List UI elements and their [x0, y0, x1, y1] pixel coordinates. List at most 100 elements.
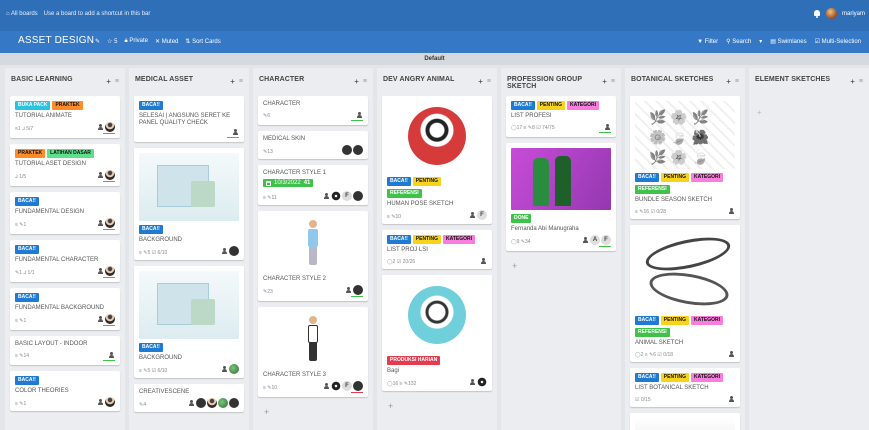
card-label: BACA!! [635, 316, 659, 325]
member-avatar[interactable] [353, 145, 363, 155]
member-avatar[interactable] [105, 122, 115, 132]
member-avatar[interactable] [229, 398, 239, 408]
card-members [728, 396, 735, 403]
card[interactable]: BACA!! FUNDAMENTAL DESIGN ≡ ✎1 [10, 192, 120, 234]
notification-bell-icon[interactable] [813, 9, 821, 18]
add-card-button[interactable]: + [382, 397, 492, 415]
list-menu-icon[interactable]: ≡ [487, 78, 491, 85]
card[interactable]: CHARACTER STYLE 3 ≡ ✎10 F [258, 307, 368, 397]
member-avatar-letter[interactable]: A [590, 235, 600, 245]
member-avatar[interactable] [105, 397, 115, 407]
member-avatar[interactable] [229, 364, 239, 374]
search-button[interactable]: ⚲ Search [726, 38, 751, 45]
card-label: REFERENSI [635, 328, 670, 337]
list-menu-icon[interactable]: ≡ [859, 78, 863, 85]
member-avatar[interactable] [207, 398, 217, 408]
member-avatar[interactable] [105, 170, 115, 180]
list-title[interactable]: DEV ANGRY ANIMAL [383, 76, 454, 83]
list-menu-icon[interactable]: ≡ [611, 78, 615, 85]
swimlanes-button[interactable]: ▤ Swimlanes [770, 38, 806, 45]
list-title[interactable]: BASIC LEARNING [11, 76, 73, 83]
member-avatar[interactable] [105, 218, 115, 228]
card[interactable]: BACA!! FUNDAMENTAL BACKGROUND ≡ ✎1 [10, 288, 120, 330]
add-card-button[interactable]: + [258, 403, 368, 421]
username[interactable]: mariyam [842, 11, 865, 17]
star-button[interactable]: ☆ 5 [107, 38, 117, 45]
muted-button[interactable]: ✕ Muted [155, 38, 178, 45]
card[interactable]: BACA!! PENTING KATEGORI LIST PROFESI ◯17… [506, 96, 616, 137]
card[interactable]: PRAKTEK LATIHAN DASAR TUTORIAL ASET DESI… [10, 144, 120, 186]
add-card-icon[interactable]: + [230, 78, 235, 86]
card[interactable]: BACA!! FUNDAMENTAL CHARACTER ✎1 ⅃ 1/1 [10, 240, 120, 282]
member-avatar-letter[interactable]: F [477, 210, 487, 220]
card[interactable] [630, 413, 740, 430]
card[interactable]: DONE Fernanda Abi Manugraha ◯9 ✎34 AF [506, 143, 616, 251]
card-badges: ✎1 ⅃ 1/1 [15, 270, 35, 276]
card-badges: ≡ ✎10 [263, 385, 278, 391]
list-title[interactable]: CHARACTER [259, 76, 304, 83]
card-footer: ◯17 ≡ ✎8 ☑ 74/75 [511, 122, 611, 131]
view-dropdown-icon[interactable]: ▾ [759, 38, 762, 45]
add-card-icon[interactable]: + [850, 78, 855, 86]
card[interactable]: BACA!! PENTING REFERENSI HUMAN POSE SKET… [382, 96, 492, 224]
member-avatar[interactable] [105, 266, 115, 276]
filter-button[interactable]: ▼ Filter [697, 39, 718, 45]
card[interactable]: BASIC LAYOUT - INDOOR ≡ ✎14 [10, 336, 120, 365]
list-menu-icon[interactable]: ≡ [239, 78, 243, 85]
card[interactable]: BACA!! COLOR THEORIES ≡ ✎1 [10, 371, 120, 411]
member-avatar[interactable] [105, 314, 115, 324]
card[interactable]: CREATIVESCENE ✎4 [134, 384, 244, 412]
card[interactable]: BACA!! PENTING KATEGORI REFERENSI ANIMAL… [630, 225, 740, 362]
card[interactable]: MEDICAL SKIN ✎13 [258, 131, 368, 159]
list-actions: + ≡ [230, 78, 243, 86]
list-menu-icon[interactable]: ≡ [115, 78, 119, 85]
add-card-icon[interactable]: + [106, 78, 111, 86]
card[interactable]: BUKA PACK PRAKTEK TUTORIAL ANIMATE ≡1 ⅃ … [10, 96, 120, 138]
multi-selection-button[interactable]: ☑ Multi-Selection [815, 38, 861, 45]
member-avatar[interactable] [353, 285, 363, 295]
add-card-icon[interactable]: + [478, 78, 483, 86]
list-menu-icon[interactable]: ≡ [735, 78, 739, 85]
due-date-badge[interactable]: 10/3/2022 41 [263, 179, 314, 187]
card[interactable]: BACA!! SELESAI | ANGSUNG SERET KE PANEL … [134, 96, 244, 142]
all-boards-link[interactable]: ⌂ All boards [6, 11, 38, 17]
card[interactable]: BACA!! PENTING KATEGORI REFERENSI BUNDLE… [630, 96, 740, 219]
user-avatar[interactable] [825, 8, 837, 19]
member-avatar-letter[interactable]: F [601, 235, 611, 245]
add-card-button[interactable]: + [506, 257, 616, 275]
sort-cards-button[interactable]: ⇅ Sort Cards [185, 38, 220, 45]
card[interactable]: PRODUKSI HARIAN Bagi ◯16 ≡ ✎132 [382, 275, 492, 391]
card-labels: REFERENSI [635, 328, 735, 337]
card[interactable]: BACA!! BACKGROUND ≡ ✎5 ☑ 6/10 [134, 148, 244, 260]
add-card-icon[interactable]: + [726, 78, 731, 86]
list-title[interactable]: PROFESSION GROUP SKETCH [507, 76, 602, 90]
visibility-button[interactable]: 🔒︎ Private [124, 38, 148, 45]
card[interactable]: CHARACTER STYLE 2 ✎23 [258, 211, 368, 301]
member-avatar[interactable] [331, 381, 341, 391]
member-avatar[interactable] [229, 246, 239, 256]
card[interactable]: BACA!! PENTING KATEGORI LIST PROJ LSI ◯2… [382, 230, 492, 269]
member-avatar-letter[interactable]: F [342, 381, 352, 391]
list-title[interactable]: BOTANICAL SKETCHES [631, 76, 713, 83]
swimlane-header[interactable]: Default [0, 53, 869, 65]
add-card-icon[interactable]: + [354, 78, 359, 86]
member-avatar[interactable] [331, 191, 341, 201]
card[interactable]: BACA!! BACKGROUND ≡ ✎5 ☑ 6/10 [134, 266, 244, 378]
member-avatar[interactable] [477, 377, 487, 387]
member-avatar-letter[interactable]: F [342, 191, 352, 201]
card[interactable]: CHARACTER STYLE 1 10/3/2022 41 ≡ ✎11 F [258, 165, 368, 205]
card[interactable]: BACA!! PENTING KATEGORI LIST BOTANICAL S… [630, 368, 740, 407]
member-avatar[interactable] [196, 398, 206, 408]
member-avatar[interactable] [218, 398, 228, 408]
add-card-button[interactable]: + [757, 108, 762, 117]
member-avatar[interactable] [353, 381, 363, 391]
list-title[interactable]: ELEMENT SKETCHES [755, 76, 830, 83]
member-avatar[interactable] [353, 191, 363, 201]
add-card-icon[interactable]: + [602, 78, 607, 86]
edit-board-icon[interactable]: ✎ [95, 38, 100, 45]
list-menu-icon[interactable]: ≡ [363, 78, 367, 85]
member-avatar[interactable] [342, 145, 352, 155]
card[interactable]: CHARACTER ✎6 [258, 96, 368, 125]
list-title[interactable]: MEDICAL ASSET [135, 76, 193, 83]
board-title[interactable]: ASSET DESIGN [18, 35, 94, 46]
